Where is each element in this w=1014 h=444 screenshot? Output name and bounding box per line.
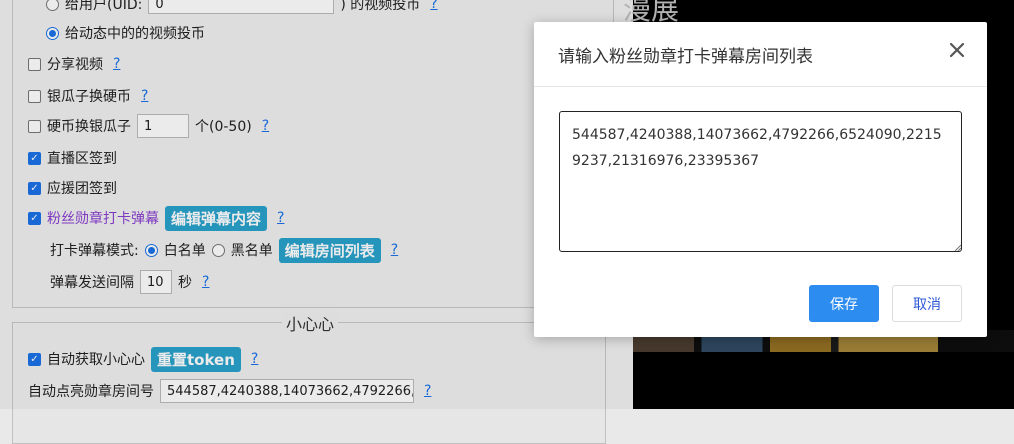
dialog-title: 请输入粉丝勋章打卡弹幕房间列表 (558, 47, 813, 67)
close-icon-svg (949, 42, 965, 58)
save-button[interactable]: 保存 (809, 285, 879, 322)
room-list-textarea[interactable]: 544587,4240388,14073662,4792266,6524090,… (559, 111, 962, 252)
close-icon[interactable] (947, 40, 967, 60)
resize-grip-icon[interactable] (954, 244, 962, 252)
cancel-button[interactable]: 取消 (892, 285, 962, 322)
room-list-dialog: 请输入粉丝勋章打卡弹幕房间列表 544587,4240388,14073662,… (534, 22, 987, 337)
dialog-divider (534, 86, 987, 87)
